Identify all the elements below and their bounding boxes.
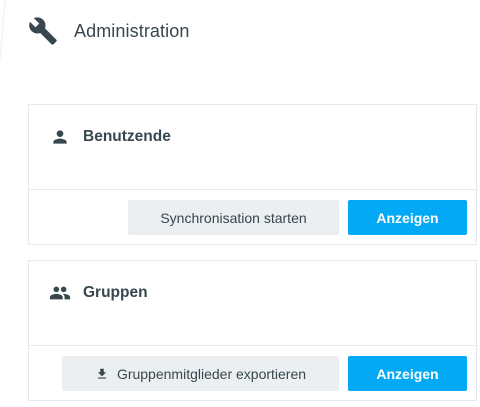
left-edge-decoration: [0, 0, 6, 61]
page-header: Administration: [28, 14, 189, 48]
export-group-members-button-label: Gruppenmitglieder exportieren: [116, 365, 307, 382]
users-card-header: Benutzende: [49, 125, 171, 149]
administration-page: Administration Benutzende Synchronisatio…: [0, 0, 480, 407]
page-title: Administration: [74, 20, 190, 41]
show-groups-button-label: Anzeigen: [376, 365, 439, 382]
groups-card-title: Gruppen: [83, 284, 148, 301]
wrench-icon: [28, 16, 58, 46]
show-users-button[interactable]: Anzeigen: [348, 200, 467, 235]
export-group-members-button[interactable]: Gruppenmitglieder exportieren: [62, 356, 339, 391]
groups-card-header: Gruppen: [49, 281, 148, 305]
groups-card-actions: Gruppenmitglieder exportieren Anzeigen: [29, 345, 476, 400]
person-icon: [49, 126, 71, 148]
show-users-button-label: Anzeigen: [376, 209, 439, 226]
users-card-actions: Synchronisation starten Anzeigen: [29, 189, 476, 244]
download-icon: [95, 367, 109, 381]
users-card-title: Benutzende: [83, 128, 171, 145]
start-sync-button[interactable]: Synchronisation starten: [128, 200, 339, 235]
group-icon: [49, 282, 71, 304]
users-card: Benutzende Synchronisation starten Anzei…: [28, 104, 477, 245]
groups-card: Gruppen Gruppenmitglieder exportieren An…: [28, 260, 477, 401]
show-groups-button[interactable]: Anzeigen: [348, 356, 467, 391]
start-sync-button-label: Synchronisation starten: [160, 209, 307, 226]
